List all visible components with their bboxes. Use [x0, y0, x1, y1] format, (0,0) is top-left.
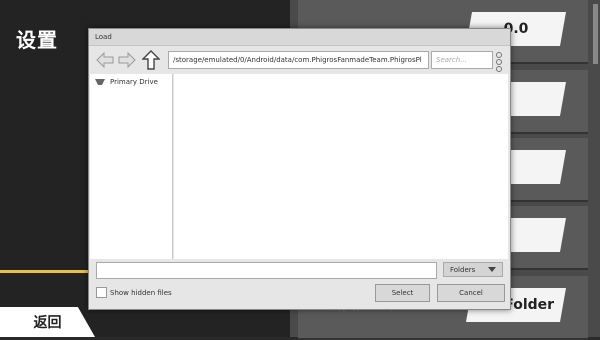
show-hidden-checkbox[interactable]: [96, 287, 107, 298]
select-button[interactable]: Select: [375, 284, 430, 302]
dialog-title: Load: [89, 29, 510, 46]
scrollbar[interactable]: [593, 4, 598, 64]
filename-input[interactable]: [96, 262, 437, 279]
forward-arrow-icon[interactable]: [117, 50, 137, 70]
chevron-down-icon: [488, 267, 496, 272]
back-button[interactable]: 返回: [0, 307, 95, 337]
path-input[interactable]: /storage/emulated/0/Android/data/com.Phi…: [168, 51, 429, 69]
show-hidden-toggle[interactable]: Show hidden files: [96, 287, 172, 298]
drive-icon: [94, 78, 106, 86]
dialog-toolbar: /storage/emulated/0/Android/data/com.Phi…: [89, 46, 510, 74]
file-load-dialog: Load /storage/emulated/0/Android/data/co…: [88, 28, 511, 310]
search-input[interactable]: Search...: [431, 51, 493, 69]
filter-select[interactable]: Folders: [443, 262, 503, 277]
back-arrow-icon[interactable]: [95, 50, 115, 70]
cancel-button[interactable]: Cancel: [437, 284, 505, 302]
filter-selected-label: Folders: [450, 266, 476, 274]
show-hidden-label: Show hidden files: [110, 288, 172, 297]
up-arrow-icon[interactable]: [141, 50, 161, 70]
sidebar-item-label: Primary Drive: [110, 78, 158, 86]
drives-sidebar: Primary Drive: [90, 74, 173, 259]
file-list[interactable]: [174, 74, 508, 259]
page-title: 设置: [16, 28, 58, 52]
more-options-icon[interactable]: [495, 51, 503, 72]
sidebar-item-primary-drive[interactable]: Primary Drive: [90, 74, 172, 90]
